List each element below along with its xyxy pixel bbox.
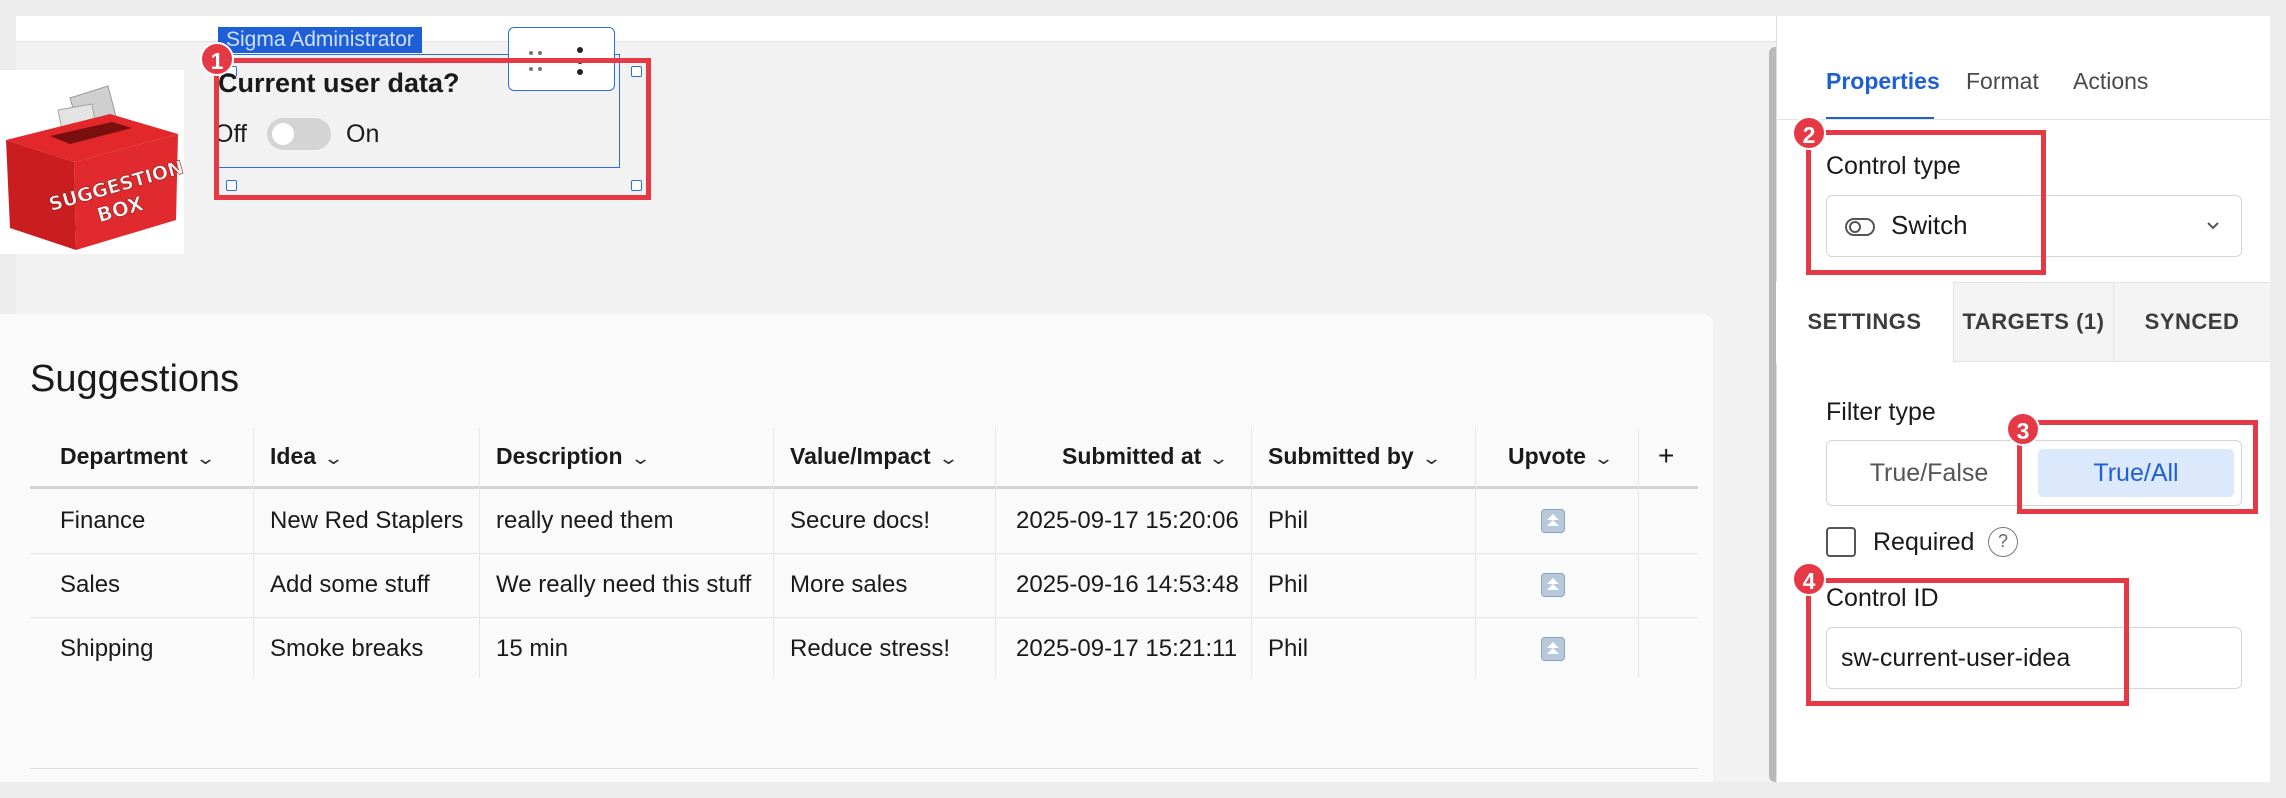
cell-description[interactable]: 15 min — [496, 617, 568, 681]
suggestion-box-image: SUGGESTION BOX — [0, 70, 187, 254]
cell-idea[interactable]: New Red Staplers — [270, 489, 463, 553]
user-role-badge: Sigma Administrator — [218, 27, 422, 53]
cell-description[interactable]: We really need this stuff — [496, 553, 751, 617]
tab-format[interactable]: Format — [1966, 68, 2039, 95]
chevron-down-icon[interactable]: ⌄ — [1593, 426, 1614, 490]
cell-department[interactable]: Finance — [60, 489, 145, 553]
chevron-down-icon[interactable]: ⌄ — [1421, 426, 1442, 490]
upvote-icon[interactable] — [1541, 509, 1565, 533]
callout-badge-3: 3 — [2006, 412, 2040, 446]
cell-value-impact[interactable]: Secure docs! — [790, 489, 930, 553]
cell-submitted-at[interactable]: 2025-09-17 15:20:06 — [1016, 489, 1239, 553]
cell-submitted-by[interactable]: Phil — [1268, 617, 1308, 681]
add-column-button[interactable]: + — [1658, 424, 1674, 488]
column-header-department[interactable]: Department ⌄ — [60, 424, 216, 490]
chevron-down-icon[interactable]: ⌄ — [938, 426, 959, 490]
tab-actions[interactable]: Actions — [2073, 68, 2148, 95]
subtab-targets[interactable]: TARGETS (1) — [1954, 282, 2114, 362]
column-header-submitted-at[interactable]: Submitted at ⌄ — [1062, 424, 1229, 490]
panel-tab-divider — [1776, 119, 2270, 120]
cell-idea[interactable]: Smoke breaks — [270, 617, 423, 681]
cell-value-impact[interactable]: Reduce stress! — [790, 617, 950, 681]
cell-department[interactable]: Shipping — [60, 617, 153, 681]
chevron-down-icon[interactable]: ⌄ — [195, 426, 216, 490]
subtab-settings[interactable]: SETTINGS — [1776, 282, 1954, 363]
column-header-idea[interactable]: Idea ⌄ — [270, 424, 344, 490]
cell-submitted-at[interactable]: 2025-09-16 14:53:48 — [1016, 553, 1239, 617]
help-icon[interactable]: ? — [1988, 527, 2018, 557]
callout-box-2 — [1806, 130, 2046, 275]
required-checkbox[interactable] — [1826, 527, 1856, 557]
cell-submitted-at[interactable]: 2025-09-17 15:21:11 — [1016, 617, 1237, 681]
upvote-icon[interactable] — [1541, 637, 1565, 661]
subtab-synced[interactable]: SYNCED — [2114, 282, 2270, 362]
cell-submitted-by[interactable]: Phil — [1268, 553, 1308, 617]
chevron-down-icon[interactable]: ⌄ — [323, 426, 344, 490]
required-label: Required — [1873, 528, 1975, 556]
callout-box-1 — [214, 58, 651, 200]
callout-badge-4: 4 — [1792, 562, 1826, 596]
table-title: Suggestions — [30, 358, 240, 400]
cell-submitted-by[interactable]: Phil — [1268, 489, 1308, 553]
table-bottom-divider — [30, 768, 1698, 769]
column-header-value-impact[interactable]: Value/Impact ⌄ — [790, 424, 959, 490]
tab-properties[interactable]: Properties — [1826, 68, 1940, 95]
callout-badge-1: 1 — [200, 42, 234, 76]
column-header-submitted-by[interactable]: Submitted by ⌄ — [1268, 424, 1442, 490]
cell-value-impact[interactable]: More sales — [790, 553, 907, 617]
upvote-icon[interactable] — [1541, 573, 1565, 597]
filter-option-true-false[interactable]: True/False — [1826, 440, 2032, 506]
column-header-upvote[interactable]: Upvote ⌄ — [1508, 424, 1614, 490]
chevron-down-icon[interactable]: ⌄ — [1208, 426, 1229, 490]
chevron-down-icon[interactable]: ⌄ — [630, 426, 651, 490]
cell-description[interactable]: really need them — [496, 489, 673, 553]
callout-badge-2: 2 — [1792, 116, 1826, 150]
chevron-down-icon — [2207, 222, 2219, 230]
cell-idea[interactable]: Add some stuff — [270, 553, 430, 617]
column-header-description[interactable]: Description ⌄ — [496, 424, 651, 490]
filter-type-label: Filter type — [1826, 398, 1936, 426]
callout-box-3 — [2017, 420, 2258, 514]
cell-department[interactable]: Sales — [60, 553, 120, 617]
callout-box-4 — [1806, 578, 2129, 706]
